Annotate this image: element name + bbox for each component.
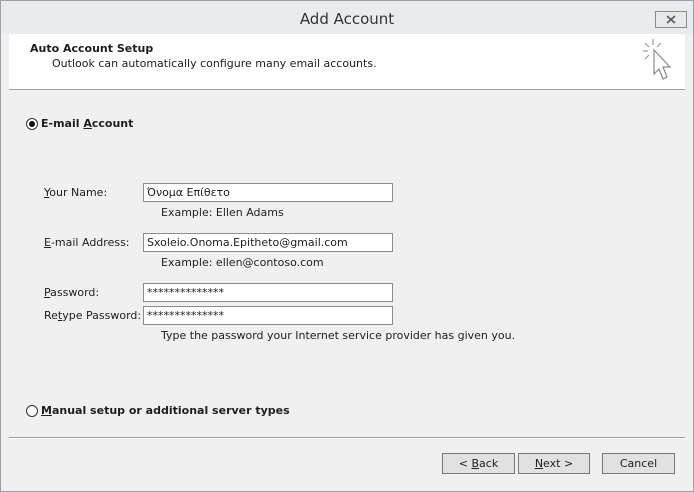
cancel-button[interactable]: Cancel: [602, 453, 675, 474]
email-address-input[interactable]: Sxoleio.Onoma.Epitheto@gmail.com: [143, 233, 393, 252]
header-subtitle: Outlook can automatically configure many…: [52, 57, 377, 70]
password-label: Password:: [44, 286, 100, 299]
add-account-dialog: Add Account Auto Account Setup Outlook c…: [0, 0, 694, 492]
your-name-label: Your Name:: [44, 186, 108, 199]
your-name-input[interactable]: Όνομα Επίθετο: [143, 183, 393, 202]
retype-password-label: Retype Password:: [44, 309, 142, 322]
email-address-label: E-mail Address:: [44, 236, 130, 249]
password-hint: Type the password your Internet service …: [161, 329, 516, 342]
next-button[interactable]: Next >: [518, 453, 590, 474]
name-example: Example: Ellen Adams: [161, 206, 284, 219]
password-input[interactable]: **************: [143, 283, 393, 302]
cursor-sparkle-icon: [643, 39, 672, 80]
email-account-radio[interactable]: [26, 117, 38, 130]
close-icon: [666, 15, 676, 24]
retype-password-input[interactable]: **************: [143, 306, 393, 325]
footer-divider: [9, 437, 685, 439]
manual-setup-radio[interactable]: [26, 404, 38, 417]
email-account-label: E-mail Account: [41, 117, 134, 130]
manual-setup-label: Manual setup or additional server types: [41, 404, 290, 417]
manual-setup-option[interactable]: Manual setup or additional server types: [26, 404, 290, 417]
window-title: Add Account: [299, 10, 395, 28]
back-button[interactable]: < Back: [442, 453, 515, 474]
title-bar: Add Account: [1, 1, 693, 34]
email-example: Example: ellen@contoso.com: [161, 256, 324, 269]
wizard-header: Auto Account Setup Outlook can automatic…: [9, 34, 685, 90]
email-account-option[interactable]: E-mail Account: [26, 117, 133, 130]
header-title: Auto Account Setup: [30, 42, 154, 55]
close-button[interactable]: [655, 11, 687, 28]
